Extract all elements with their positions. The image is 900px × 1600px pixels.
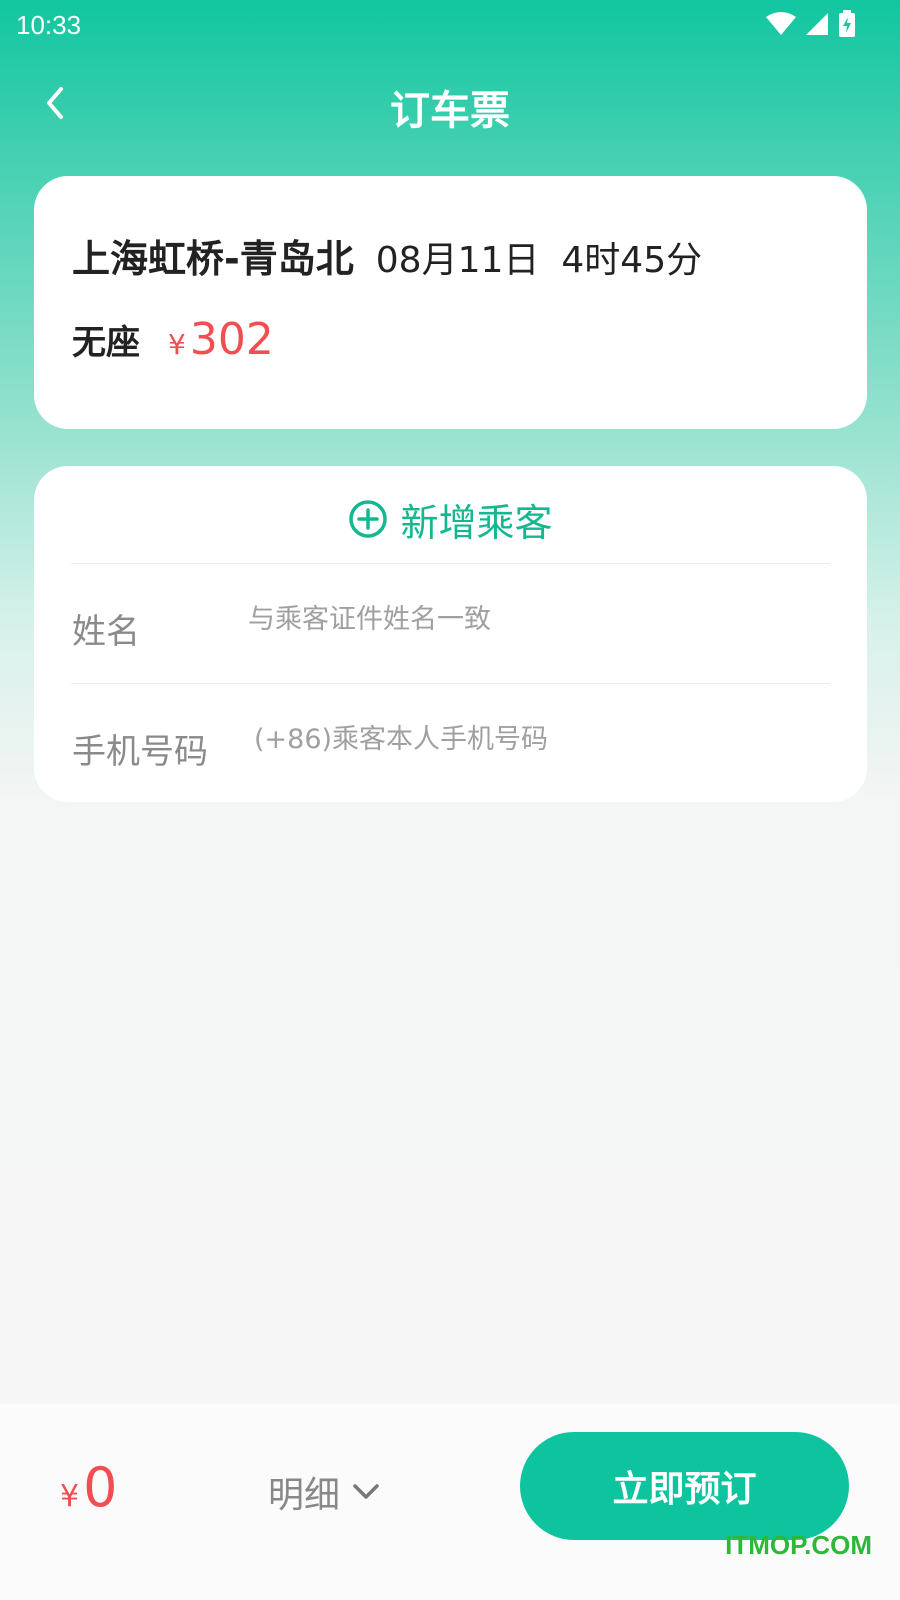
- nav-bar: 订车票: [0, 62, 900, 146]
- total-amount: 0: [83, 1456, 118, 1519]
- travel-duration: 4时45分: [561, 240, 703, 281]
- plus-circle-icon: [349, 500, 388, 538]
- route-name: 上海虹桥-青岛北: [72, 237, 354, 281]
- add-passenger-button[interactable]: 新增乘客: [34, 492, 867, 546]
- divider: [71, 563, 830, 564]
- page-title: 订车票: [390, 88, 510, 134]
- total-price: ¥ 0: [60, 1456, 117, 1519]
- status-bar: 10:33: [0, 0, 900, 50]
- detail-label: 明细: [268, 1475, 341, 1516]
- route-row: 上海虹桥-青岛北 08月11日 4时45分: [72, 228, 702, 283]
- seat-row: 无座 ¥ 302: [72, 314, 274, 365]
- status-icons: [766, 10, 856, 38]
- phone-field[interactable]: [254, 724, 774, 755]
- signal-icon: [806, 13, 828, 35]
- total-currency: ¥: [60, 1479, 80, 1514]
- chevron-down-icon: [353, 1484, 379, 1499]
- name-field[interactable]: [248, 604, 768, 635]
- travel-date: 08月11日: [375, 240, 540, 281]
- phone-label: 手机号码: [72, 732, 208, 772]
- watermark: ITMOP.COM: [725, 1530, 872, 1560]
- wifi-icon: [766, 12, 796, 35]
- detail-toggle[interactable]: 明细: [268, 1466, 380, 1518]
- add-passenger-label: 新增乘客: [400, 500, 553, 545]
- divider: [71, 683, 830, 684]
- passenger-card: 新增乘客 姓名 手机号码: [34, 466, 867, 802]
- price-currency: ¥: [168, 328, 186, 361]
- bottom-bar: ¥ 0 明细 立即预订: [0, 1404, 900, 1600]
- ticket-price: 302: [189, 314, 274, 365]
- name-label: 姓名: [72, 612, 140, 652]
- book-now-button[interactable]: 立即预订: [520, 1432, 849, 1540]
- status-time: 10:33: [16, 10, 82, 40]
- battery-icon: [839, 10, 855, 37]
- ticket-summary-card: 上海虹桥-青岛北 08月11日 4时45分 无座 ¥ 302: [34, 176, 867, 429]
- seat-type: 无座: [72, 323, 140, 363]
